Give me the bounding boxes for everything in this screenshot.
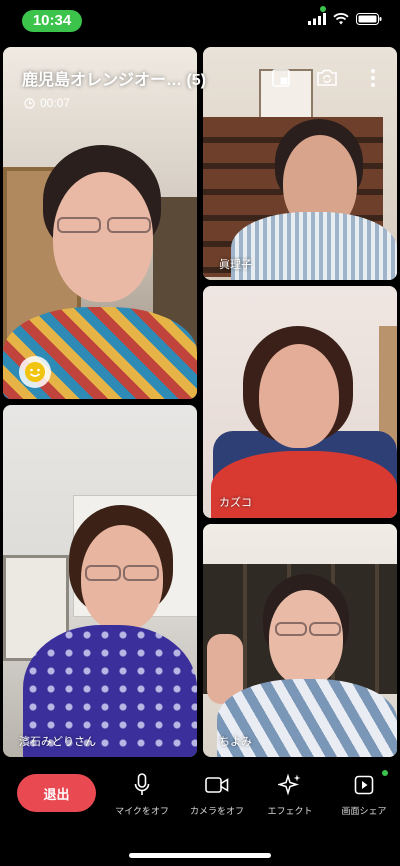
pip-icon (272, 69, 290, 87)
camera-toggle-button[interactable]: カメラをオフ (182, 772, 252, 817)
screen-share-label: 画面シェア (341, 806, 387, 816)
call-elapsed-time: 00:07 (40, 96, 71, 110)
participant-name: 濱石みどりさん (19, 736, 96, 748)
sparkle-icon (278, 773, 301, 796)
wifi-icon (333, 13, 349, 25)
participant-name: カズコ (219, 497, 252, 509)
home-indicator[interactable] (129, 853, 271, 858)
participant-name: ちよみ (219, 736, 252, 748)
emoji-icon (25, 362, 45, 382)
flip-camera-icon (317, 69, 337, 86)
pip-button[interactable] (268, 65, 294, 91)
effects-label: エフェクト (267, 806, 313, 816)
camera-icon (205, 777, 229, 793)
call-title: 鹿児島オレンジオー… (5) (22, 72, 207, 89)
screen-share-button[interactable]: 画面シェア (329, 772, 399, 817)
mic-toggle-button[interactable]: マイクをオフ (107, 772, 177, 817)
camera-in-use-indicator (320, 6, 326, 12)
screen-share-icon (354, 775, 374, 795)
participant-name: 眞理子 (219, 259, 252, 271)
screen-share-indicator (382, 770, 388, 776)
effects-button[interactable]: エフェクト (255, 772, 325, 817)
reaction-button[interactable] (19, 356, 51, 388)
more-options-button[interactable] (360, 65, 386, 91)
video-tile-participant-5[interactable]: ちよみ (203, 524, 397, 757)
leave-call-button[interactable]: 退出 (17, 774, 96, 812)
mic-icon (134, 773, 150, 795)
status-bar: 10:34 (0, 0, 400, 44)
status-time: 10:34 (22, 10, 82, 32)
video-tile-participant-3[interactable]: カズコ (203, 286, 397, 518)
signal-icon (308, 13, 326, 25)
flip-camera-button[interactable] (314, 65, 340, 91)
battery-icon (356, 13, 382, 25)
video-tile-participant-4[interactable]: 濱石みどりさん (3, 405, 197, 757)
call-toolbar: 退出 マイクをオフ カメラをオフ エフェクト 画面シェア (0, 764, 400, 866)
camera-toggle-label: カメラをオフ (189, 806, 244, 816)
mic-toggle-label: マイクをオフ (115, 806, 169, 816)
clock-icon (24, 97, 35, 109)
call-timer: 00:07 (24, 96, 70, 110)
more-icon (371, 69, 375, 87)
